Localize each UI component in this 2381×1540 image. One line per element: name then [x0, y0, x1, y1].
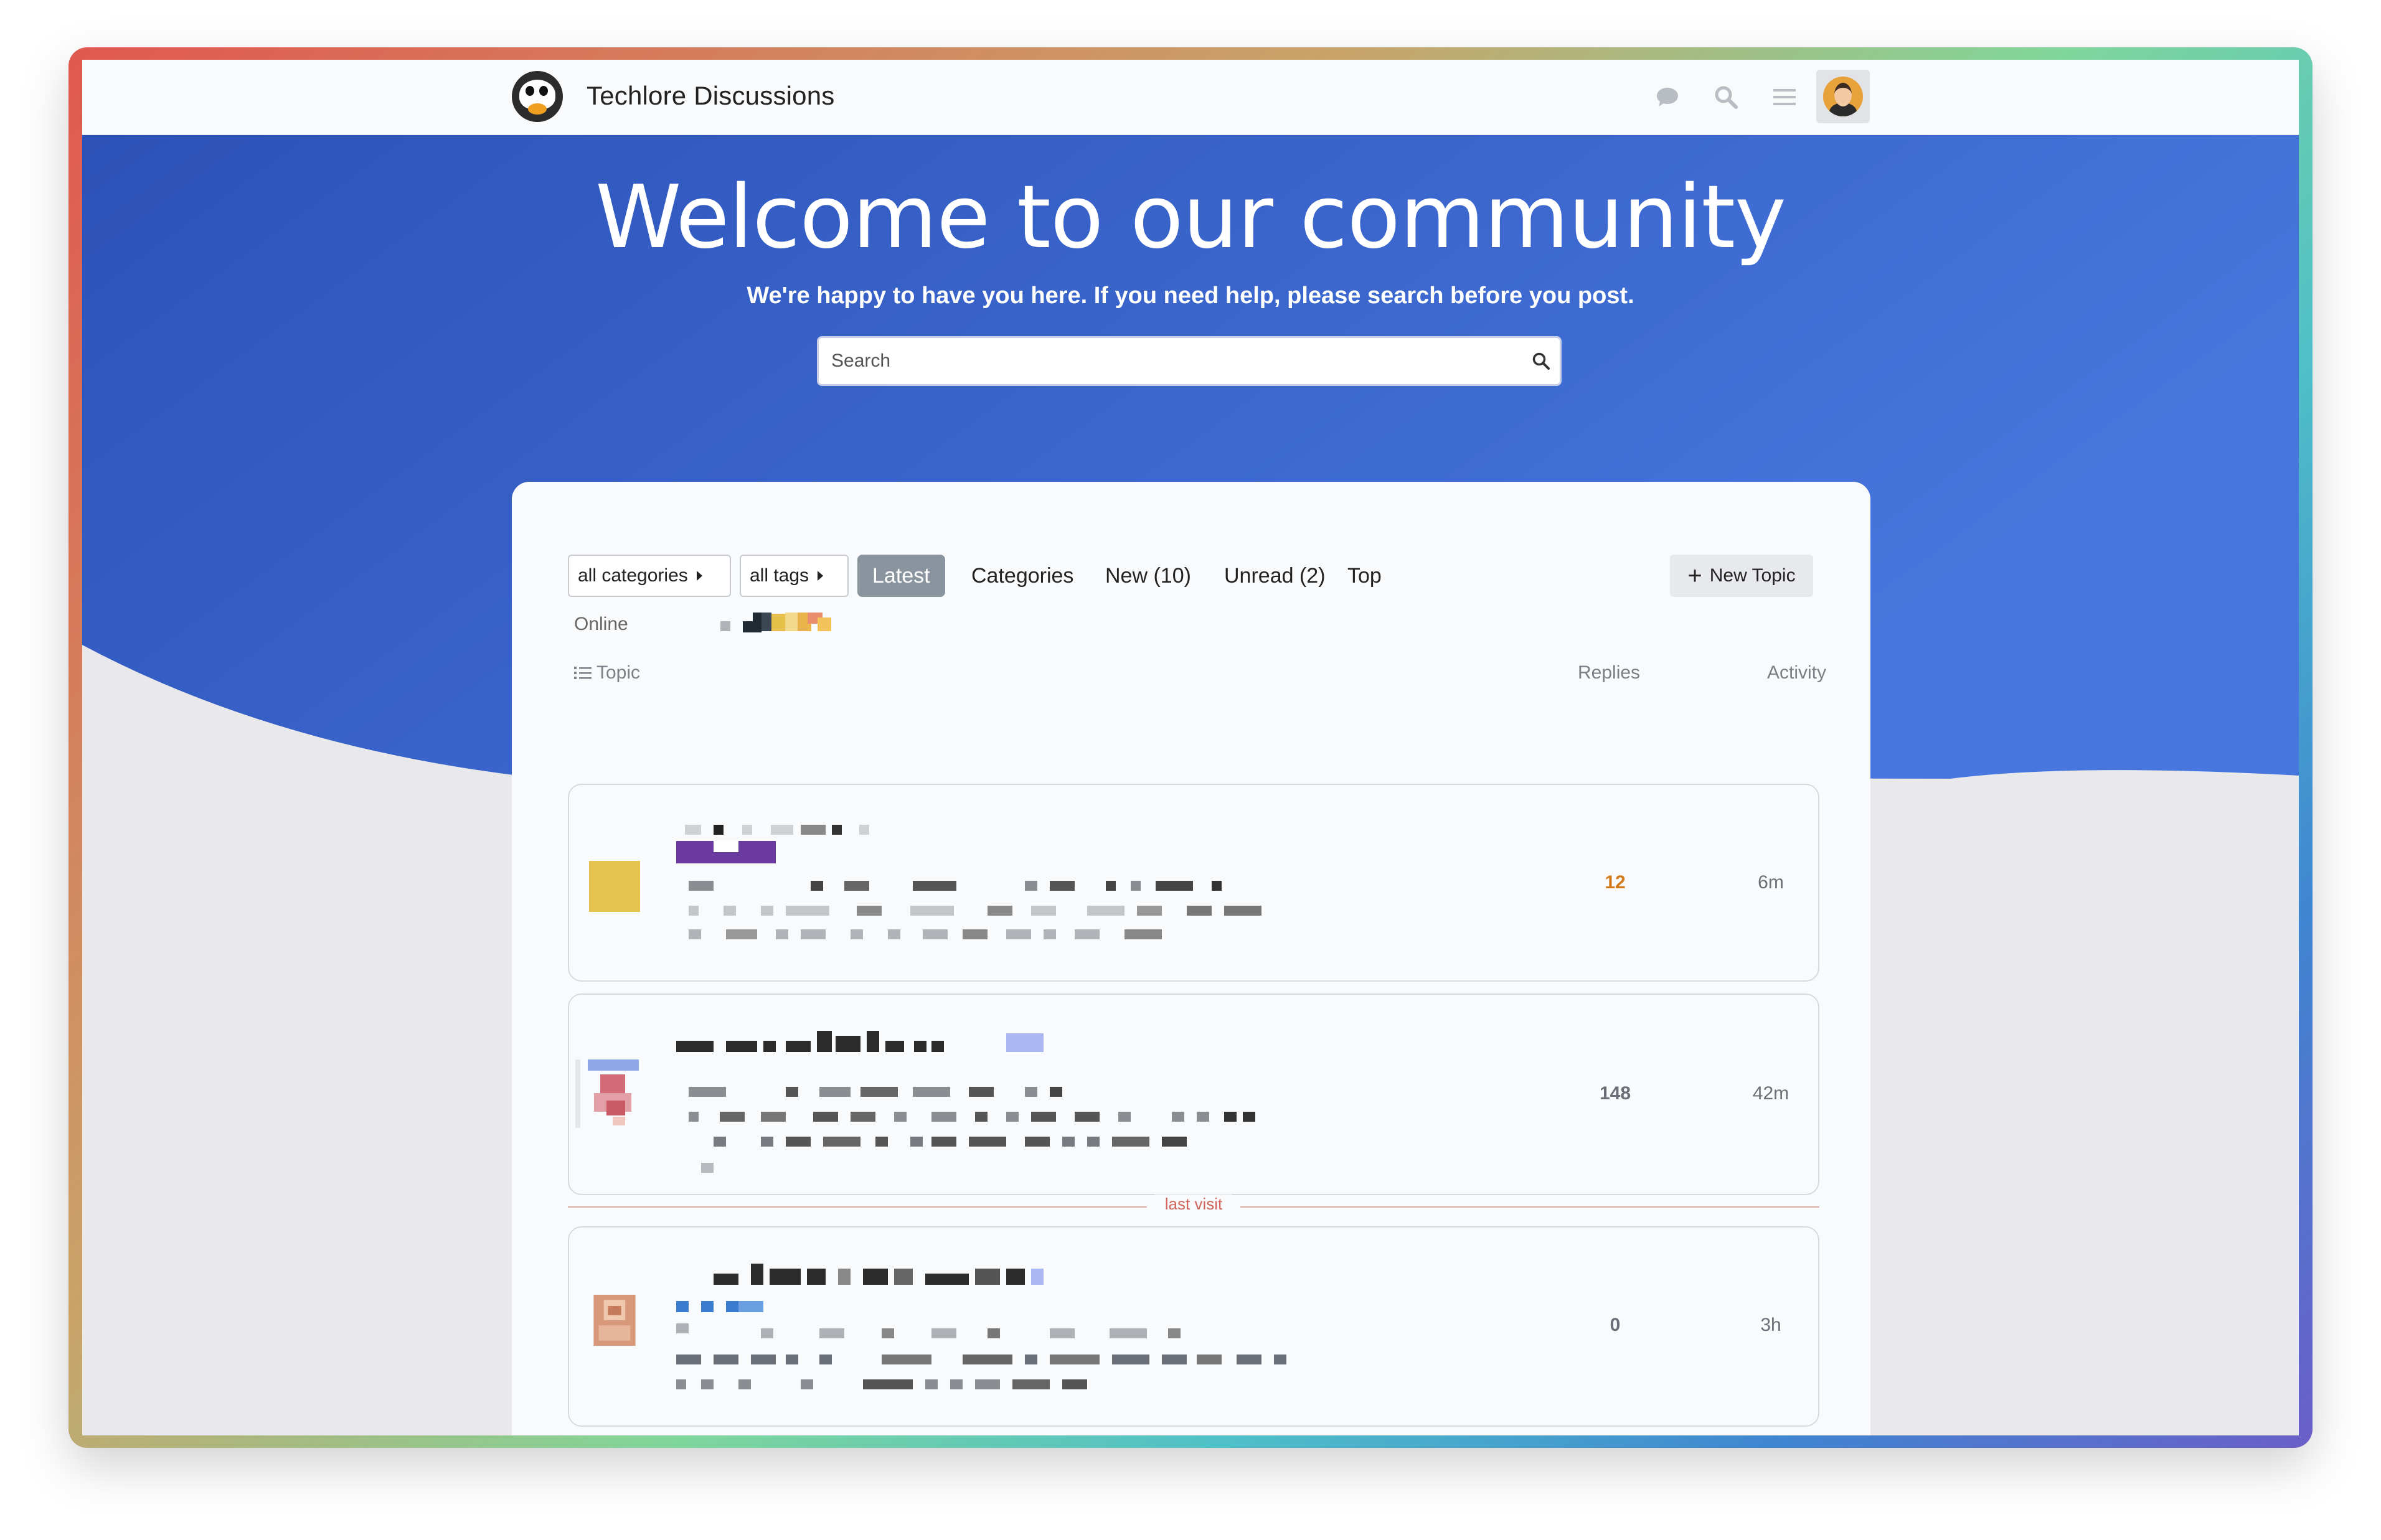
- tab-new[interactable]: New (10): [1090, 555, 1206, 597]
- site-title[interactable]: Techlore Discussions: [587, 78, 835, 113]
- hamburger-menu-icon[interactable]: [1768, 81, 1801, 113]
- plus-icon: +: [1687, 562, 1702, 589]
- tab-latest[interactable]: Latest: [857, 555, 945, 597]
- tags-dropdown[interactable]: all tags: [740, 555, 849, 597]
- hero-search-box[interactable]: [817, 336, 1562, 386]
- topic-row[interactable]: 12 6m: [568, 784, 1819, 982]
- caret-right-icon: [818, 571, 824, 581]
- column-header-replies[interactable]: Replies: [1578, 662, 1640, 683]
- search-icon[interactable]: [1522, 352, 1560, 370]
- top-header: Techlore Discussions: [82, 60, 2299, 135]
- browser-window: Techlore Discussions Welcome to our comm…: [82, 60, 2299, 1435]
- category-dropdown[interactable]: all categories: [568, 555, 731, 597]
- reply-count[interactable]: 12: [1540, 872, 1690, 893]
- hero-title: Welcome to our community: [595, 167, 1786, 268]
- hero-subtitle: We're happy to have you here. If you nee…: [747, 283, 1634, 309]
- topic-thumbnail: [593, 1295, 636, 1346]
- topic-thumbnail: [589, 861, 640, 912]
- online-label: Online: [574, 614, 628, 634]
- pixelated-topic-content: [676, 1031, 1255, 1173]
- avatar: [1823, 77, 1863, 116]
- list-icon: [574, 667, 592, 679]
- search-input[interactable]: [819, 350, 1522, 372]
- last-visit-label: last visit: [1154, 1195, 1233, 1213]
- new-topic-label: New Topic: [1709, 565, 1796, 586]
- tab-top[interactable]: Top: [1332, 555, 1397, 597]
- column-header-activity[interactable]: Activity: [1767, 662, 1826, 683]
- caret-right-icon: [696, 571, 702, 581]
- last-visit-divider: last visit: [568, 1195, 1819, 1219]
- topic-list-card: all categories all tags Latest Categorie…: [512, 482, 1870, 1435]
- column-header-topic: Topic: [574, 662, 640, 683]
- tab-categories[interactable]: Categories: [956, 555, 1088, 597]
- topic-row[interactable]: 148 42m: [568, 993, 1819, 1195]
- activity-time[interactable]: 6m: [1733, 872, 1808, 893]
- online-users-avatars[interactable]: [720, 611, 857, 636]
- chat-icon[interactable]: [1651, 81, 1684, 113]
- reply-count[interactable]: 148: [1540, 1083, 1690, 1104]
- column-header-topic-label: Topic: [596, 662, 641, 683]
- activity-time[interactable]: 42m: [1733, 1083, 1808, 1104]
- new-topic-button[interactable]: + New Topic: [1670, 555, 1813, 597]
- reply-count[interactable]: 0: [1540, 1315, 1690, 1336]
- topic-row[interactable]: 0 3h: [568, 1226, 1819, 1427]
- category-dropdown-label: all categories: [578, 565, 688, 586]
- tab-unread[interactable]: Unread (2): [1209, 555, 1341, 597]
- tags-dropdown-label: all tags: [750, 565, 809, 586]
- pixelated-topic-content: [676, 1264, 1286, 1389]
- user-avatar-button[interactable]: [1816, 70, 1870, 123]
- activity-time[interactable]: 3h: [1733, 1315, 1808, 1336]
- search-icon[interactable]: [1710, 81, 1742, 113]
- site-logo[interactable]: [512, 71, 563, 122]
- topic-thumbnail: [575, 1059, 639, 1128]
- pixelated-topic-content: [676, 825, 1261, 939]
